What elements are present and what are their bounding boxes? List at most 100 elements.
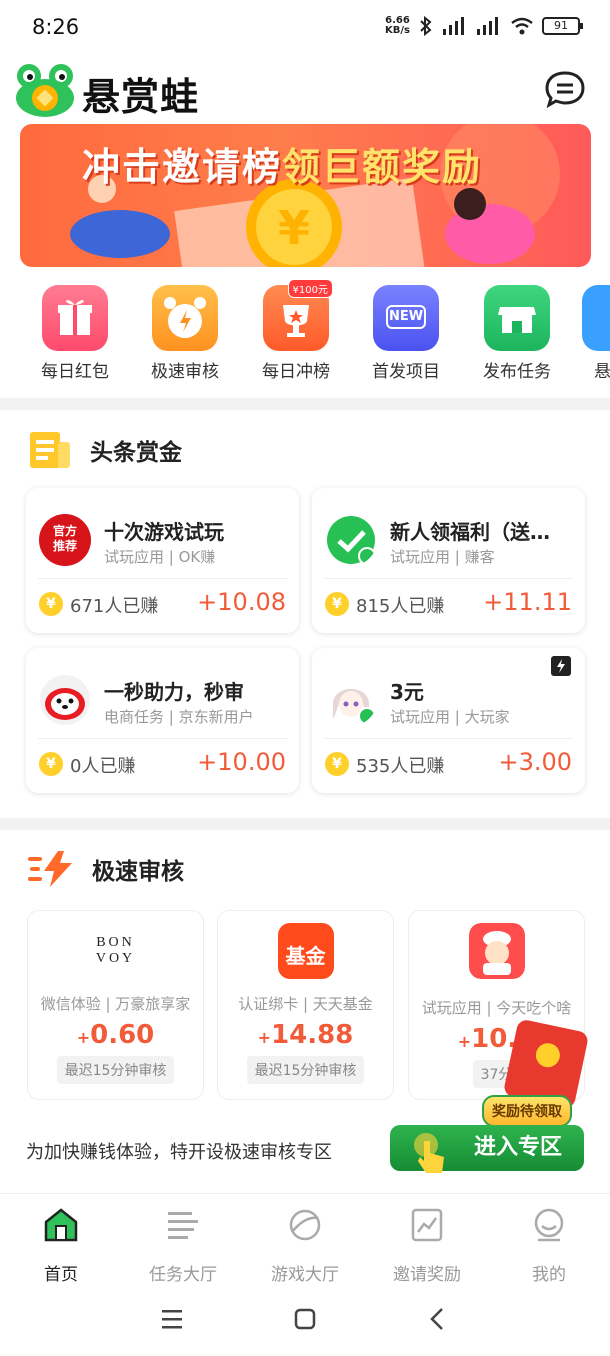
status-time: 8:26 xyxy=(32,15,80,39)
tab-label: 首页 xyxy=(44,1265,78,1285)
card-title: 一秒助力，秒审 xyxy=(104,680,244,704)
profile-icon xyxy=(534,1208,564,1242)
headline-card[interactable]: 官方 推荐 十次游戏试玩 试玩应用 | OK赚 ¥ 671人已赚 +10.08 xyxy=(26,488,299,633)
back-icon[interactable] xyxy=(426,1306,450,1332)
headline-section-title: 头条赏金 xyxy=(90,440,182,466)
quick-nav-daily-redpacket[interactable]: 每日红包 xyxy=(30,285,120,382)
banner-coin-symbol: ¥ xyxy=(278,201,310,255)
jd-dog-icon xyxy=(40,675,90,725)
fast-review-promo-text: 为加快赚钱体验，特开设极速审核专区 xyxy=(26,1142,332,1163)
fast-card-reward: +14.88 xyxy=(257,1020,354,1050)
reward-pending-badge[interactable]: 奖励待领取 xyxy=(482,1095,572,1127)
card-tags: 电商任务 | 京东新用户 xyxy=(104,708,254,726)
fast-review-section-header: 极速审核 xyxy=(28,845,184,893)
card-reward: +3.00 xyxy=(498,748,572,776)
card-tags: 试玩应用 | 赚客 xyxy=(390,548,495,566)
card-reward: +11.11 xyxy=(483,588,572,616)
card-divider xyxy=(38,738,287,739)
card-divider xyxy=(38,578,287,579)
headline-section-header: 头条赏金 xyxy=(28,426,182,474)
card-earned-count: 0人已赚 xyxy=(70,756,136,777)
promo-banner[interactable]: ¥ 冲击邀请榜领巨额奖励 xyxy=(20,124,591,267)
system-nav-bar xyxy=(0,1288,610,1356)
message-icon[interactable] xyxy=(544,70,586,108)
coin-icon: ¥ xyxy=(39,752,63,776)
fast-card-note: 最迟15分钟审核 xyxy=(56,1056,175,1084)
card-title: 十次游戏试玩 xyxy=(104,520,224,544)
bonvoy-logo: BON VOY xyxy=(95,935,136,966)
quick-nav-publish-task[interactable]: 发布任务 xyxy=(472,285,562,382)
fund-logo: 基金 xyxy=(277,923,334,979)
fast-review-card[interactable]: 基金 认证绑卡 | 天天基金 +14.88 最迟15分钟审核 xyxy=(217,910,394,1100)
new-icon: NEW xyxy=(373,285,439,351)
tab-game-hall[interactable]: 游戏大厅 xyxy=(255,1206,355,1285)
tab-mine[interactable]: 我的 xyxy=(499,1206,599,1285)
quick-nav-label: 每日红包 xyxy=(41,362,109,382)
quick-nav-daily-rank[interactable]: ¥100元 每日冲榜 xyxy=(251,279,341,382)
fast-card-note: 最迟15分钟审核 xyxy=(246,1056,365,1084)
card-reward: +10.00 xyxy=(197,748,286,776)
tab-label: 任务大厅 xyxy=(149,1265,217,1285)
quick-nav-fast-review[interactable]: 极速审核 xyxy=(140,285,230,382)
section-divider xyxy=(0,818,610,830)
tab-home[interactable]: 首页 xyxy=(11,1206,111,1285)
newspaper-icon xyxy=(30,432,70,468)
coin-icon: ¥ xyxy=(325,752,349,776)
rank-badge: ¥100元 xyxy=(287,279,333,298)
avatar-text-2: 推荐 xyxy=(52,539,77,553)
bluetooth-icon xyxy=(420,16,432,36)
card-earned-count: 671人已赚 xyxy=(70,596,159,617)
card-reward: +10.08 xyxy=(197,588,286,616)
card-title: 新人领福利（送… xyxy=(390,520,550,544)
quick-nav-label: 悬 xyxy=(594,362,610,382)
banner-title: 冲击邀请榜领巨额奖励 xyxy=(82,136,482,191)
quick-nav: 每日红包 极速审核 ¥100元 每日冲榜 NEW 首发项目 发布任务 悬 xyxy=(0,279,610,385)
signal-icon-2 xyxy=(477,17,498,35)
fast-review-card[interactable]: BON VOY 微信体验 | 万豪旅享家 +0.60 最迟15分钟审核 xyxy=(27,910,204,1100)
lightning-badge-icon xyxy=(551,656,571,676)
enter-zone-button[interactable]: 进入专区 xyxy=(390,1125,584,1173)
trophy-icon: ¥100元 xyxy=(263,279,333,351)
quick-nav-label: 极速审核 xyxy=(151,362,219,382)
card-earned-count: 535人已赚 xyxy=(356,756,445,777)
headline-card[interactable]: 3元 试玩应用 | 大玩家 ¥ 535人已赚 +3.00 xyxy=(312,648,585,793)
card-divider xyxy=(324,578,573,579)
home-icon xyxy=(44,1208,78,1242)
section-divider xyxy=(0,398,610,410)
app-partial-icon xyxy=(582,285,610,351)
gift-icon xyxy=(42,285,108,351)
tab-task-hall[interactable]: 任务大厅 xyxy=(133,1206,233,1285)
fast-card-tags: 微信体验 | 万豪旅享家 xyxy=(40,995,191,1013)
chart-board-icon xyxy=(411,1208,443,1242)
battery-indicator: 91 xyxy=(542,17,583,35)
quick-nav-label: 首发项目 xyxy=(372,362,440,382)
signal-icon xyxy=(443,17,464,35)
banner-title-part1: 冲击邀请榜 xyxy=(82,145,283,189)
headline-card[interactable]: 一秒助力，秒审 电商任务 | 京东新用户 ¥ 0人已赚 +10.00 xyxy=(26,648,299,793)
planet-icon xyxy=(289,1209,321,1241)
fast-card-tags: 试玩应用 | 今天吃个啥 xyxy=(421,999,572,1017)
quick-nav-more[interactable]: 悬 xyxy=(582,285,610,382)
net-speed-unit: KB/s xyxy=(385,25,410,36)
quick-nav-label: 发布任务 xyxy=(483,362,551,382)
alarm-clock-icon xyxy=(152,285,218,351)
list-icon xyxy=(168,1212,198,1239)
fast-lightning-icon xyxy=(28,851,72,887)
card-tags: 试玩应用 | OK赚 xyxy=(104,548,216,566)
check-circle-icon xyxy=(327,516,376,565)
banner-title-part2: 领巨额奖励 xyxy=(282,145,483,189)
menu-icon[interactable] xyxy=(160,1308,184,1330)
status-icons: 6.66 KB/s 91 xyxy=(385,16,583,36)
anime-girl-avatar-icon xyxy=(326,675,376,725)
headline-card[interactable]: 新人领福利（送… 试玩应用 | 赚客 ¥ 815人已赚 +11.11 xyxy=(312,488,585,633)
quick-nav-new-projects[interactable]: NEW 首发项目 xyxy=(361,285,451,382)
fast-review-section-title: 极速审核 xyxy=(92,859,184,885)
chef-logo-icon xyxy=(468,923,525,979)
tab-invite-rewards[interactable]: 邀请奖励 xyxy=(377,1206,477,1285)
wifi-icon xyxy=(511,17,533,35)
home-square-icon[interactable] xyxy=(293,1307,317,1331)
official-recommend-avatar: 官方 推荐 xyxy=(39,514,91,566)
bottom-nav: 首页 任务大厅 游戏大厅 邀请奖励 我的 xyxy=(0,1193,610,1288)
card-earned-count: 815人已赚 xyxy=(356,596,445,617)
tab-label: 我的 xyxy=(532,1265,566,1285)
